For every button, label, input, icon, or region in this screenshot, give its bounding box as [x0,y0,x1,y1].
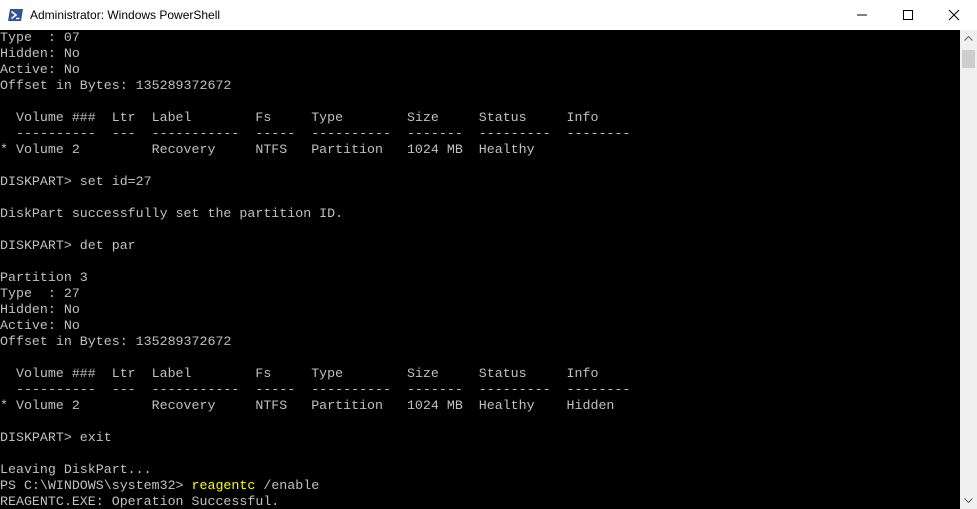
console-line: DiskPart successfully set the partition … [0,206,344,221]
ps-command-args: /enable [255,478,320,493]
scroll-thumb[interactable] [962,50,975,68]
powershell-icon[interactable] [8,7,24,23]
console-text: Type : 07 Hidden: No Active: No Offset in B… [0,30,960,509]
minimize-icon [857,14,867,16]
volume-table-header: Volume ### Ltr Label Fs Type Size Status… [0,110,599,125]
console-line: Type : 07 [0,30,80,45]
powershell-command-line: PS C:\WINDOWS\system32> reagentc /enable [0,478,960,494]
console-line: Offset in Bytes: 135289372672 [0,334,232,349]
scroll-down-button[interactable] [960,492,977,509]
scroll-up-button[interactable] [960,30,977,47]
console-line: REAGENTC.EXE: Operation Successful. [0,494,280,509]
console-line: Type : 27 [0,286,80,301]
ps-prompt: PS C:\WINDOWS\system32> [0,478,192,493]
console-line: Hidden: No [0,302,80,317]
console-line: Hidden: No [0,46,80,61]
minimize-button[interactable] [839,0,885,30]
close-button[interactable] [931,0,977,30]
powershell-window: Administrator: Windows PowerShell Type :… [0,0,977,509]
ps-command: reagentc [191,478,256,493]
volume-table-separator: ---------- --- ----------- ----- -------… [0,126,631,141]
arrow-up-icon [964,36,973,41]
volume-table-header: Volume ### Ltr Label Fs Type Size Status… [0,366,599,381]
console-line: Partition 3 [0,270,88,285]
volume-table-row: * Volume 2 Recovery NTFS Partition 1024 … [0,398,615,413]
diskpart-command-line: DISKPART> exit [0,430,112,445]
title-bar[interactable]: Administrator: Windows PowerShell [0,0,977,30]
close-icon [948,9,960,21]
window-title: Administrator: Windows PowerShell [30,8,221,22]
volume-table-separator: ---------- --- ----------- ----- -------… [0,382,631,397]
console-output[interactable]: Type : 07 Hidden: No Active: No Offset in B… [0,30,960,509]
diskpart-command-line: DISKPART> set id=27 [0,174,152,189]
console-line: Leaving DiskPart... [0,462,152,477]
maximize-icon [903,10,913,20]
console-line: Offset in Bytes: 135289372672 [0,78,232,93]
console-line: Active: No [0,318,80,333]
arrow-down-icon [964,498,973,503]
diskpart-command-line: DISKPART> det par [0,238,136,253]
console-line: Active: No [0,62,80,77]
maximize-button[interactable] [885,0,931,30]
vertical-scrollbar[interactable] [960,30,977,509]
volume-table-row: * Volume 2 Recovery NTFS Partition 1024 … [0,142,535,157]
